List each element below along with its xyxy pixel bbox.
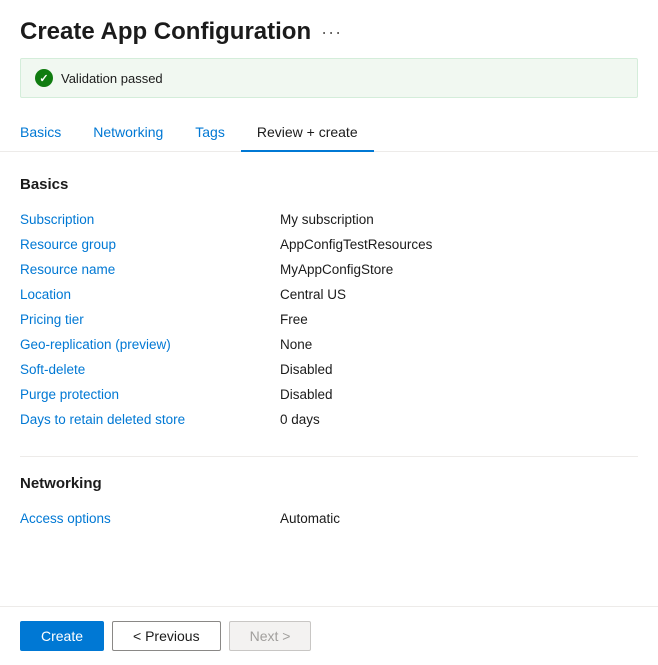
header: Create App Configuration ··· xyxy=(0,0,658,58)
basics-fields-table: Subscription My subscription Resource gr… xyxy=(20,207,638,432)
field-label-geo-replication: Geo-replication (preview) xyxy=(20,332,280,357)
field-value-soft-delete: Disabled xyxy=(280,357,638,382)
field-label-days-retain: Days to retain deleted store xyxy=(20,407,280,432)
content-area: Basics Subscription My subscription Reso… xyxy=(0,152,658,606)
validation-icon xyxy=(35,69,53,87)
tab-tags[interactable]: Tags xyxy=(179,114,241,152)
table-row: Resource name MyAppConfigStore xyxy=(20,257,638,282)
field-value-subscription: My subscription xyxy=(280,207,638,232)
table-row: Pricing tier Free xyxy=(20,307,638,332)
field-label-purge-protection: Purge protection xyxy=(20,382,280,407)
table-row: Purge protection Disabled xyxy=(20,382,638,407)
field-label-resource-group: Resource group xyxy=(20,232,280,257)
field-label-location: Location xyxy=(20,282,280,307)
table-row: Subscription My subscription xyxy=(20,207,638,232)
table-row: Access options Automatic xyxy=(20,506,638,531)
table-row: Days to retain deleted store 0 days xyxy=(20,407,638,432)
tab-bar: Basics Networking Tags Review + create xyxy=(0,114,658,152)
field-value-resource-group: AppConfigTestResources xyxy=(280,232,638,257)
tab-basics[interactable]: Basics xyxy=(20,114,77,152)
field-label-resource-name: Resource name xyxy=(20,257,280,282)
header-ellipsis-menu[interactable]: ··· xyxy=(321,22,342,43)
table-row: Resource group AppConfigTestResources xyxy=(20,232,638,257)
page-container: Create App Configuration ··· Validation … xyxy=(0,0,658,665)
footer: Create < Previous Next > xyxy=(0,606,658,665)
field-value-days-retain: 0 days xyxy=(280,407,638,432)
table-row: Geo-replication (preview) None xyxy=(20,332,638,357)
validation-banner: Validation passed xyxy=(20,58,638,98)
basics-section-title: Basics xyxy=(20,176,638,193)
table-row: Location Central US xyxy=(20,282,638,307)
field-value-resource-name: MyAppConfigStore xyxy=(280,257,638,282)
next-button: Next > xyxy=(229,621,312,651)
field-value-geo-replication: None xyxy=(280,332,638,357)
page-title: Create App Configuration xyxy=(20,18,311,46)
networking-fields-table: Access options Automatic xyxy=(20,506,638,531)
field-label-pricing-tier: Pricing tier xyxy=(20,307,280,332)
networking-section-title: Networking xyxy=(20,475,638,492)
validation-text: Validation passed xyxy=(61,71,163,86)
field-label-access-options: Access options xyxy=(20,506,280,531)
field-value-purge-protection: Disabled xyxy=(280,382,638,407)
field-value-location: Central US xyxy=(280,282,638,307)
field-label-soft-delete: Soft-delete xyxy=(20,357,280,382)
tab-review-create[interactable]: Review + create xyxy=(241,114,374,152)
field-value-pricing-tier: Free xyxy=(280,307,638,332)
tab-networking[interactable]: Networking xyxy=(77,114,179,152)
field-label-subscription: Subscription xyxy=(20,207,280,232)
section-divider xyxy=(20,456,638,457)
table-row: Soft-delete Disabled xyxy=(20,357,638,382)
previous-button[interactable]: < Previous xyxy=(112,621,221,651)
field-value-access-options: Automatic xyxy=(280,506,638,531)
create-button[interactable]: Create xyxy=(20,621,104,651)
